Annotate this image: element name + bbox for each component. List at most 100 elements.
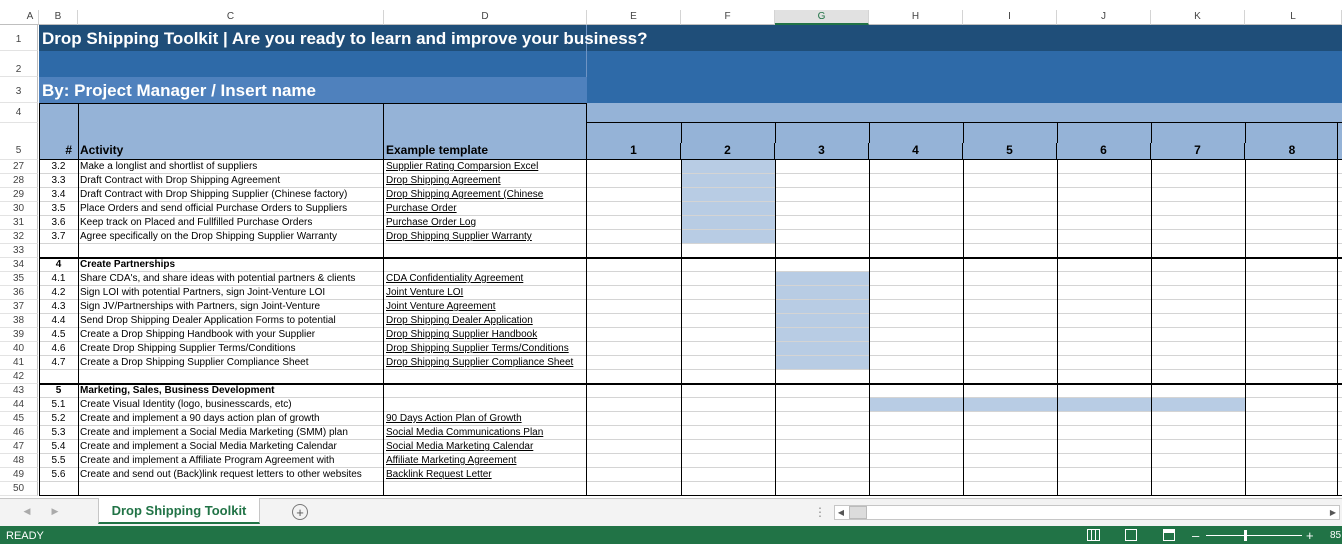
row-activity[interactable]: Sign JV/Partnerships with Partners, sign… xyxy=(80,300,383,314)
column-header-b[interactable]: B xyxy=(39,10,78,25)
row-id[interactable]: 3.3 xyxy=(39,174,78,188)
row-header[interactable]: 3 xyxy=(0,77,38,103)
row-id[interactable]: 4.2 xyxy=(39,286,78,300)
schedule-bar[interactable] xyxy=(775,328,869,341)
row-id[interactable]: 5.6 xyxy=(39,468,78,482)
row-template-link[interactable]: Joint Venture Agreement xyxy=(386,300,586,314)
row-activity[interactable]: Sign LOI with potential Partners, sign J… xyxy=(80,286,383,300)
row-activity[interactable]: Place Orders and send official Purchase … xyxy=(80,202,383,216)
row-activity[interactable]: Create and implement a Social Media Mark… xyxy=(80,440,383,454)
tab-splitter-icon[interactable]: ⋮ xyxy=(814,504,826,520)
new-sheet-plus-icon[interactable]: + xyxy=(292,504,308,520)
zoom-out-icon[interactable]: – xyxy=(1192,527,1199,545)
row-template-link[interactable]: Purchase Order xyxy=(386,202,586,216)
row-activity[interactable]: Create Partnerships xyxy=(80,258,383,272)
row-id[interactable]: 3.5 xyxy=(39,202,78,216)
row-id[interactable]: 3.2 xyxy=(39,160,78,174)
column-header-e[interactable]: E xyxy=(587,10,681,25)
schedule-bar[interactable] xyxy=(681,230,775,243)
row-header[interactable]: 35 xyxy=(0,272,38,286)
normal-view-icon[interactable] xyxy=(1087,529,1100,541)
horizontal-scrollbar[interactable] xyxy=(834,505,1340,520)
row-id[interactable]: 4.1 xyxy=(39,272,78,286)
schedule-bar[interactable] xyxy=(775,356,869,369)
row-header[interactable]: 43 xyxy=(0,384,38,398)
schedule-bar[interactable] xyxy=(775,272,869,285)
row-id[interactable]: 4.7 xyxy=(39,356,78,370)
row-template-link[interactable]: Supplier Rating Comparsion Excel xyxy=(386,160,586,174)
row-id[interactable]: 5.1 xyxy=(39,398,78,412)
row-template-link[interactable]: Drop Shipping Dealer Application xyxy=(386,314,586,328)
row-header[interactable]: 36 xyxy=(0,286,38,300)
row-header[interactable]: 50 xyxy=(0,482,38,496)
row-activity[interactable]: Send Drop Shipping Dealer Application Fo… xyxy=(80,314,383,328)
row-activity[interactable]: Create and implement a Affiliate Program… xyxy=(80,454,383,468)
row-activity[interactable]: Share CDA's, and share ideas with potent… xyxy=(80,272,383,286)
schedule-bar[interactable] xyxy=(869,398,963,411)
schedule-bar[interactable] xyxy=(1057,398,1151,411)
row-header[interactable]: 37 xyxy=(0,300,38,314)
row-header[interactable]: 27 xyxy=(0,160,38,174)
row-id[interactable]: 3.4 xyxy=(39,188,78,202)
schedule-bar[interactable] xyxy=(963,398,1057,411)
row-header[interactable]: 28 xyxy=(0,174,38,188)
row-header[interactable]: 31 xyxy=(0,216,38,230)
row-id[interactable]: 4.3 xyxy=(39,300,78,314)
row-header[interactable]: 5 xyxy=(0,123,38,160)
row-header[interactable]: 34 xyxy=(0,258,38,272)
row-template-link[interactable]: Purchase Order Log xyxy=(386,216,586,230)
row-template-link[interactable]: Drop Shipping Supplier Warranty xyxy=(386,230,586,244)
sheet-tab-active[interactable]: Drop Shipping Toolkit xyxy=(98,498,260,524)
row-id[interactable]: 4.6 xyxy=(39,342,78,356)
scroll-right-arrow-icon[interactable]: ▶ xyxy=(1327,506,1339,519)
zoom-level[interactable]: 85 xyxy=(1330,527,1341,545)
scroll-left-arrow-icon[interactable]: ◀ xyxy=(835,506,847,519)
row-header[interactable]: 1 xyxy=(0,25,38,51)
row-id[interactable]: 5.4 xyxy=(39,440,78,454)
row-header[interactable]: 33 xyxy=(0,244,38,258)
row-header[interactable]: 41 xyxy=(0,356,38,370)
row-template-link[interactable]: Affiliate Marketing Agreement xyxy=(386,454,586,468)
schedule-bar[interactable] xyxy=(681,160,775,173)
row-header[interactable]: 42 xyxy=(0,370,38,384)
row-activity[interactable]: Draft Contract with Drop Shipping Agreem… xyxy=(80,174,383,188)
row-activity[interactable]: Create Drop Shipping Supplier Terms/Cond… xyxy=(80,342,383,356)
row-template-link[interactable]: Drop Shipping Agreement (Chinese xyxy=(386,188,586,202)
row-header[interactable]: 2 xyxy=(0,51,38,77)
row-header[interactable]: 47 xyxy=(0,440,38,454)
row-template-link[interactable]: Social Media Marketing Calendar xyxy=(386,440,586,454)
row-header[interactable]: 40 xyxy=(0,342,38,356)
row-header[interactable]: 29 xyxy=(0,188,38,202)
column-header-d[interactable]: D xyxy=(384,10,587,25)
schedule-bar[interactable] xyxy=(681,216,775,229)
schedule-bar[interactable] xyxy=(681,202,775,215)
row-header[interactable]: 49 xyxy=(0,468,38,482)
zoom-in-icon[interactable]: + xyxy=(1306,527,1314,545)
row-template-link[interactable]: Drop Shipping Supplier Handbook xyxy=(386,328,586,342)
schedule-bar[interactable] xyxy=(775,314,869,327)
row-activity[interactable]: Agree specifically on the Drop Shipping … xyxy=(80,230,383,244)
row-activity[interactable]: Marketing, Sales, Business Development xyxy=(80,384,383,398)
row-template-link[interactable]: Drop Shipping Agreement xyxy=(386,174,586,188)
column-header-i[interactable]: I xyxy=(963,10,1057,25)
column-header-a[interactable]: A xyxy=(22,10,39,25)
schedule-bar[interactable] xyxy=(775,342,869,355)
row-activity[interactable]: Keep track on Placed and Fullfilled Purc… xyxy=(80,216,383,230)
row-id[interactable]: 3.7 xyxy=(39,230,78,244)
scroll-tabs-right-icon[interactable]: ▶ xyxy=(48,504,62,518)
row-header[interactable]: 4 xyxy=(0,103,38,123)
row-activity[interactable]: Draft Contract with Drop Shipping Suppli… xyxy=(80,188,383,202)
column-header-j[interactable]: J xyxy=(1057,10,1151,25)
row-header[interactable]: 30 xyxy=(0,202,38,216)
row-header[interactable]: 38 xyxy=(0,314,38,328)
row-activity[interactable]: Create and implement a 90 days action pl… xyxy=(80,412,383,426)
column-header-l[interactable]: L xyxy=(1245,10,1342,25)
row-id[interactable]: 5.3 xyxy=(39,426,78,440)
row-activity[interactable]: Create a Drop Shipping Handbook with you… xyxy=(80,328,383,342)
row-template-link[interactable]: CDA Confidentiality Agreement xyxy=(386,272,586,286)
scrollbar-thumb[interactable] xyxy=(849,506,867,519)
row-template-link[interactable]: Backlink Request Letter xyxy=(386,468,586,482)
column-header-f[interactable]: F xyxy=(681,10,775,25)
schedule-bar[interactable] xyxy=(1151,398,1245,411)
row-header[interactable]: 32 xyxy=(0,230,38,244)
